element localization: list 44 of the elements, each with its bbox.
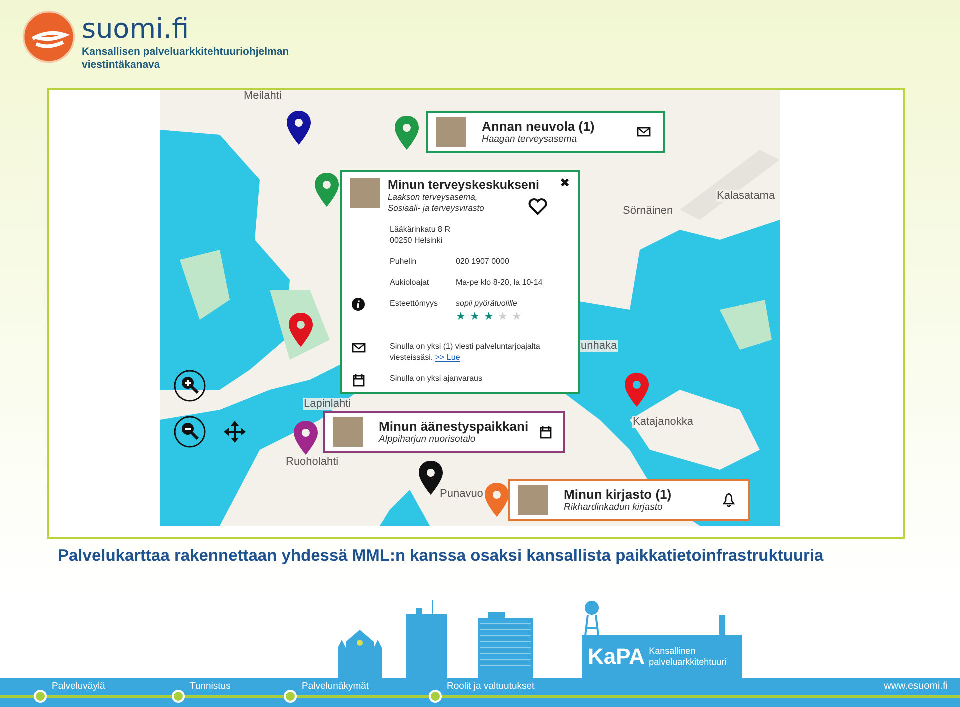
card-subtitle: Rikhardinkadun kirjasto — [564, 502, 664, 513]
star-icon: ★ — [484, 311, 494, 323]
place-label: Katajanokka — [632, 416, 695, 428]
kapa-subtitle: palveluarkkitehtuuri — [649, 657, 727, 668]
message-notice: Sinulla on yksi (1) viesti palveluntarjoajalta viesteissäsi. >> Lue — [390, 341, 542, 363]
star-icon: ★ — [456, 311, 466, 323]
place-label: Meilahti — [243, 90, 283, 102]
star-icon: ★ — [470, 311, 480, 323]
card-title: Annan neuvola (1) — [482, 119, 596, 134]
kapa-subtitle: Kansallinen — [649, 646, 697, 657]
field-value: sopii pyörätuolille — [456, 298, 518, 309]
close-button[interactable]: ✖ — [560, 176, 570, 190]
field-value: 020 1907 0000 — [456, 256, 510, 267]
field-label: Aukioloajat — [390, 277, 430, 288]
card-title: Minun kirjasto (1) — [564, 487, 673, 502]
card-title: Minun terveyskeskukseni — [388, 178, 540, 192]
card-subtitle: Haagan terveysasema — [482, 134, 578, 145]
field-label: Puhelin — [390, 256, 418, 267]
place-card[interactable]: Minun kirjasto (1) Rikhardinkadun kirjasto — [508, 479, 750, 521]
logo-subtitle: viestintäkanava — [82, 59, 162, 72]
place-label: Kalasatama — [716, 190, 776, 202]
field-label: Esteettömyys — [390, 298, 440, 310]
star-icon: ★ — [512, 311, 522, 323]
star-icon: ★ — [498, 311, 508, 323]
place-card[interactable]: Minun äänestyspaikkani Alppiharjun nuorisotalo — [323, 411, 565, 453]
place-label: unhaka — [580, 340, 618, 352]
place-label: Sörnäinen — [622, 205, 674, 217]
field-value: Ma-pe klo 8-20, la 10-14 — [456, 277, 543, 288]
card-subtitle: Laakson terveysasema, — [388, 192, 479, 203]
slide-caption: Palvelukarttaa rakennettaan yhdessä MML:n kanssa osaksi kansallista paikkatietoinfrastruktuuria — [58, 547, 825, 566]
place-label: Ruoholahti — [285, 456, 340, 468]
kapa-logo-text: KaPA — [588, 644, 646, 670]
address-line: Lääkärinkatu 8 R — [390, 224, 452, 235]
place-label: Lapinlahti — [303, 398, 352, 410]
logo-text: suomi.fi — [82, 14, 190, 46]
card-title: Minun äänestyspaikkani — [379, 419, 529, 434]
card-subtitle: Alppiharjun nuorisotalo — [379, 434, 477, 445]
booking-notice: Sinulla on yksi ajanvaraus — [390, 373, 484, 384]
card-subtitle: Sosiaali- ja terveysvirasto — [388, 203, 486, 214]
address-line: 00250 Helsinki — [390, 235, 444, 246]
place-label: Punavuo — [439, 488, 484, 500]
place-card[interactable]: Annan neuvola (1) Haagan terveysasema — [426, 111, 665, 153]
read-link[interactable]: >> Lue — [435, 353, 460, 362]
logo-subtitle: Kansallisen palveluarkkitehtuuriohjelman — [82, 46, 290, 59]
